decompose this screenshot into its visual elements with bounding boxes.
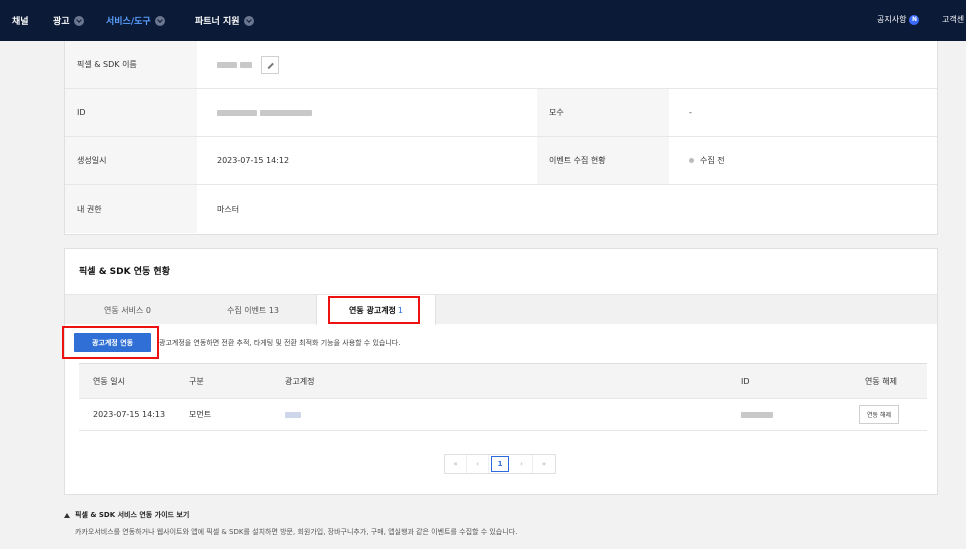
nav-item-partner-support[interactable]: 파트너 지원: [195, 14, 254, 27]
mother-label: 모수: [537, 89, 669, 136]
status-dot-icon: [689, 158, 694, 163]
created-label: 생성일시: [65, 137, 197, 184]
guide-title-text: 픽셀 & SDK 서비스 연동 가이드 보기: [75, 511, 190, 519]
info-row-id: ID 모수 -: [65, 89, 937, 137]
link-hint-text: 광고계정을 연동하면 전환 추적, 타게팅 및 전환 최적화 기능을 사용할 수…: [159, 339, 401, 347]
tab-label: 연동 서비스: [104, 305, 144, 315]
chevron-down-icon: [73, 15, 84, 26]
col-date: 연동 일시: [93, 376, 125, 386]
event-status-value: 수집 전: [689, 137, 725, 184]
chevron-down-icon: [243, 15, 254, 26]
col-id: ID: [741, 376, 750, 386]
masked-name: [217, 61, 237, 68]
role-label: 내 권한: [65, 185, 197, 233]
page-number-button[interactable]: 1: [491, 456, 509, 472]
integration-card: 픽셀 & SDK 연동 현황 연동 서비스 0 수집 이벤트 13 연동 광고계…: [62, 248, 938, 495]
id-value: [217, 89, 315, 136]
info-row-name: 픽셀 & SDK 이름: [65, 41, 937, 89]
role-value: 마스터: [217, 204, 240, 214]
nav-item-label: 광고: [53, 17, 70, 27]
tab-count: 0: [145, 305, 151, 315]
row-date: 2023-07-15 14:13: [93, 410, 166, 419]
created-value: 2023-07-15 14:12: [217, 156, 290, 165]
unlink-button[interactable]: 연동 해제: [859, 405, 899, 424]
notice-link[interactable]: 공지사항 N: [877, 14, 920, 25]
masked-account-id: [741, 411, 773, 418]
info-row-role: 내 권한 마스터: [65, 185, 937, 233]
event-status-text: 수집 전: [700, 156, 725, 165]
integration-title: 픽셀 & SDK 연동 현황: [79, 267, 170, 277]
tab-linked-services[interactable]: 연동 서비스 0: [65, 295, 190, 325]
masked-name: [240, 61, 252, 68]
next-page-button[interactable]: ›: [511, 455, 533, 473]
highlight-box: [328, 296, 420, 324]
guide-toggle[interactable]: 픽셀 & SDK 서비스 연동 가이드 보기: [64, 510, 189, 520]
nav-item-ads[interactable]: 광고: [53, 14, 84, 27]
nav-item-services-tools[interactable]: 서비스/도구: [106, 14, 165, 27]
row-ad-account: [285, 399, 304, 430]
id-label: ID: [65, 89, 197, 136]
last-page-button[interactable]: »: [533, 455, 555, 473]
customer-center-link[interactable]: 고객센: [942, 14, 964, 25]
event-status-label: 이벤트 수집 현황: [537, 137, 669, 184]
first-page-button[interactable]: «: [445, 455, 467, 473]
prev-page-button[interactable]: ‹: [467, 455, 489, 473]
tab-count: 13: [268, 305, 280, 315]
tab-label: 수집 이벤트: [226, 305, 267, 315]
pagination: « ‹ 1 › »: [444, 454, 556, 474]
table-header: 연동 일시 구분 광고계정 ID 연동 해제: [79, 363, 927, 399]
integration-tabs: 연동 서비스 0 수집 이벤트 13 연동 광고계정 1: [65, 294, 937, 325]
nav-item-label: 파트너 지원: [195, 17, 240, 27]
new-badge: N: [909, 14, 920, 25]
table-row: 2023-07-15 14:13 모먼트 연동 해제: [79, 399, 927, 431]
masked-account: [285, 411, 301, 418]
tab-collected-events[interactable]: 수집 이벤트 13: [190, 295, 316, 325]
highlight-box: [62, 326, 159, 359]
pixel-info-table: 픽셀 & SDK 이름 ID 모수 - 생성일시 2023-07-15 14:1…: [64, 41, 938, 235]
nav-item-channel[interactable]: 채널: [12, 14, 29, 27]
notice-label: 공지사항: [877, 15, 907, 24]
col-ad-account: 광고계정: [285, 376, 315, 386]
name-value: [217, 41, 279, 88]
guide-description: 카카오서비스를 연동하거나 웹사이트와 앱에 픽셀 & SDK를 설치하면 방문…: [75, 528, 518, 536]
row-type: 모먼트: [189, 410, 212, 419]
nav-item-label: 서비스/도구: [106, 17, 151, 27]
nav-item-label: 채널: [12, 17, 29, 27]
top-nav: 채널 광고 서비스/도구 파트너 지원 공지사항 N 고객센: [0, 0, 966, 41]
col-type: 구분: [189, 376, 204, 386]
row-unlink: 연동 해제: [859, 399, 899, 430]
col-unlink: 연동 해제: [865, 376, 897, 386]
masked-id: [217, 109, 257, 116]
masked-id: [260, 109, 312, 116]
edit-pencil-icon[interactable]: [261, 55, 279, 74]
row-id: [741, 399, 776, 430]
mother-value: -: [689, 108, 692, 117]
info-row-created: 생성일시 2023-07-15 14:12 이벤트 수집 현황 수집 전: [65, 137, 937, 185]
name-label: 픽셀 & SDK 이름: [65, 41, 197, 88]
triangle-up-icon: [64, 512, 70, 518]
customer-center-label: 고객센: [942, 15, 965, 24]
chevron-down-icon: [154, 15, 165, 26]
